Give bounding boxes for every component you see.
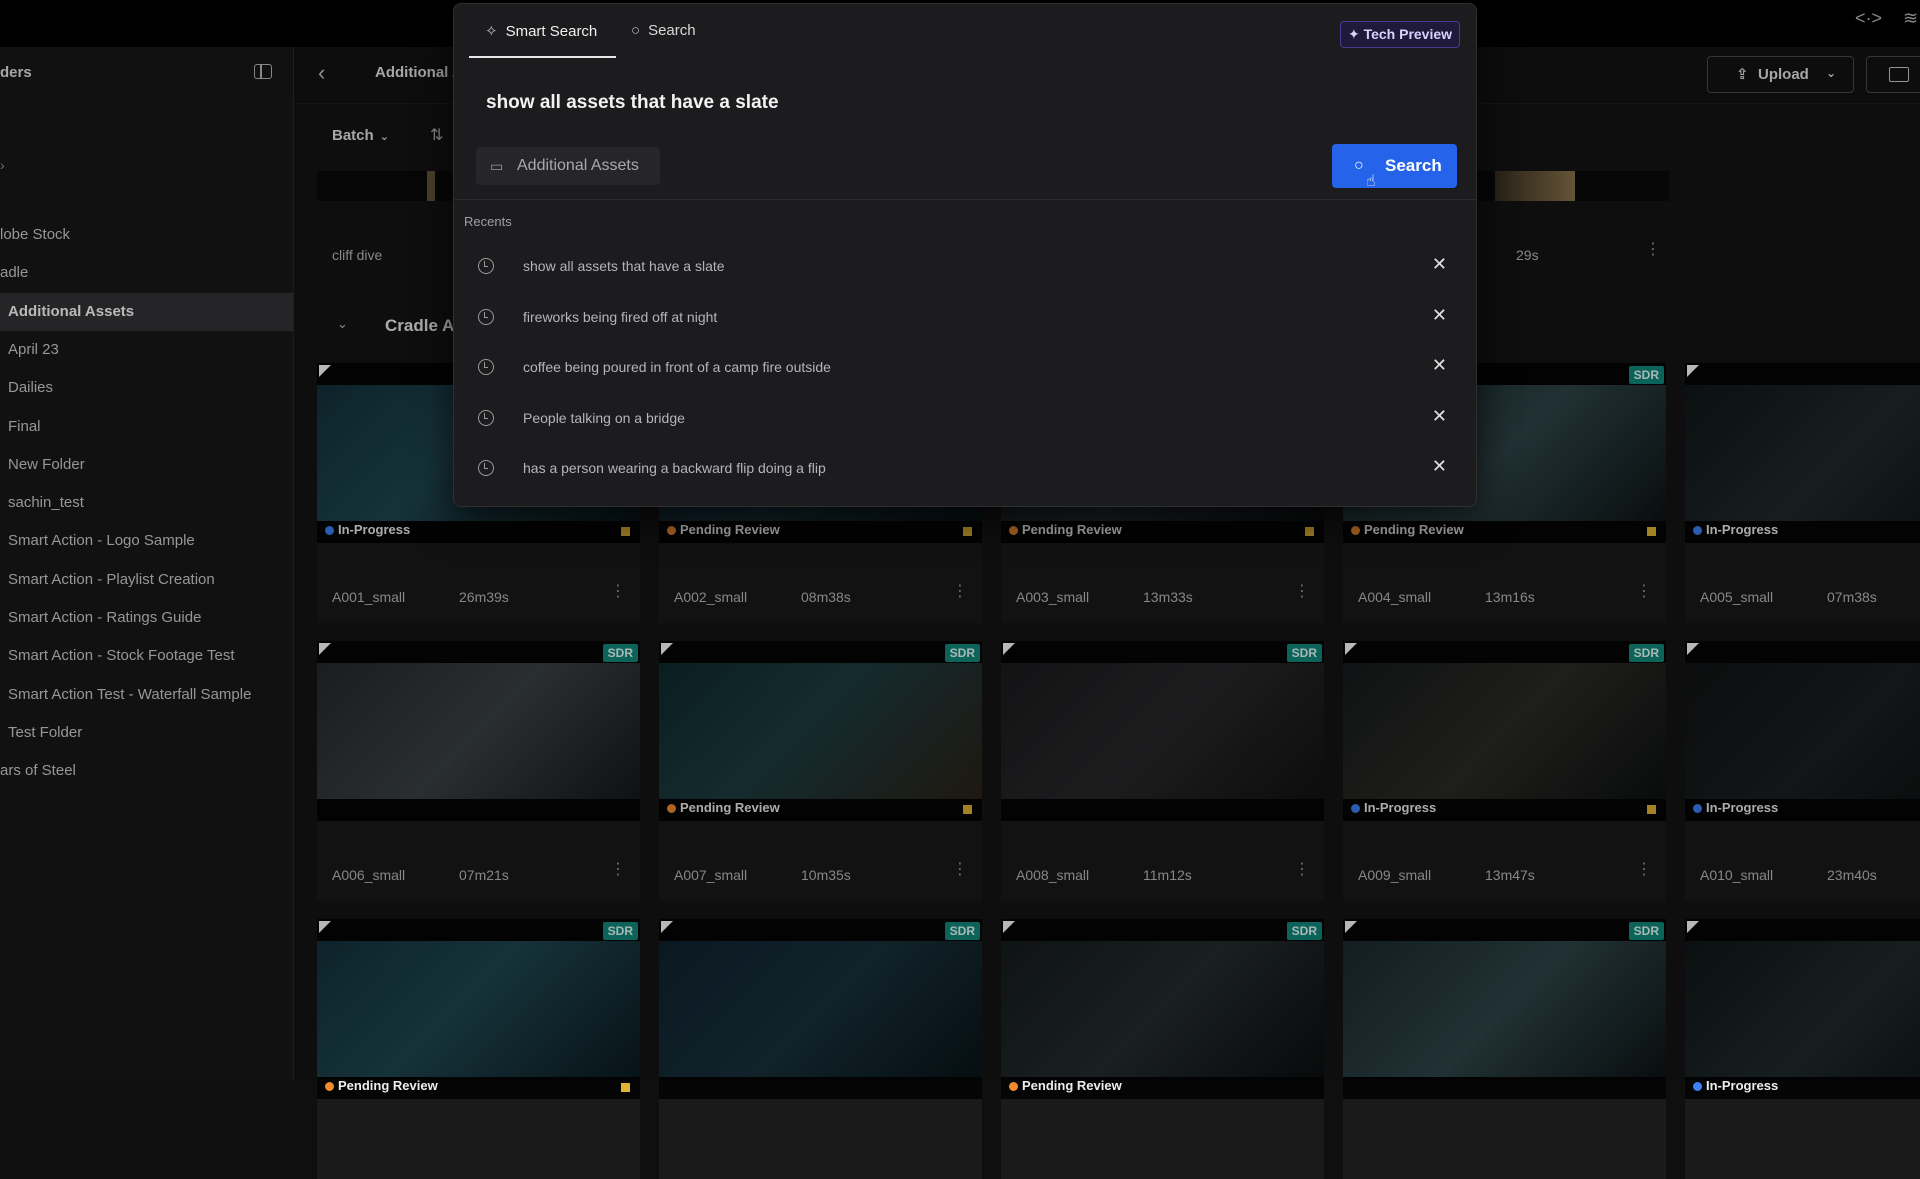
search-scope-chip[interactable]: ▭ Additional Assets <box>476 147 660 185</box>
recent-search-text: show all assets that have a slate <box>523 258 725 274</box>
recent-search-item[interactable]: People talking on a bridge ✕ <box>474 400 1456 440</box>
status-label: In-Progress <box>1706 1078 1779 1093</box>
search-icon: ○ <box>1354 157 1364 174</box>
status-dot-icon <box>325 1082 334 1091</box>
recent-search-text: has a person wearing a backward flip doi… <box>523 460 826 476</box>
divider <box>454 199 1476 200</box>
tech-preview-badge: ✦ Tech Preview <box>1340 21 1460 48</box>
recent-search-text: coffee being poured in front of a camp f… <box>523 359 831 375</box>
remove-recent-icon[interactable]: ✕ <box>1432 305 1447 326</box>
recent-search-text: People talking on a bridge <box>523 409 685 426</box>
remove-recent-icon[interactable]: ✕ <box>1432 254 1447 275</box>
recent-search-item[interactable]: has a person wearing a backward flip doi… <box>474 450 1456 490</box>
recent-search-item[interactable]: show all assets that have a slate ✕ <box>474 248 1456 288</box>
history-clock-icon <box>478 308 494 325</box>
search-button-label: Search <box>1385 156 1442 175</box>
sparkle-icon: ✦ <box>1347 26 1360 42</box>
history-clock-icon <box>478 409 494 426</box>
recent-search-item[interactable]: coffee being poured in front of a camp f… <box>474 349 1456 389</box>
status-dot-icon <box>1693 1082 1702 1091</box>
recent-search-text: fireworks being fired off at night <box>523 308 718 325</box>
folder-icon: ▭ <box>490 158 504 174</box>
remove-recent-icon[interactable]: ✕ <box>1432 406 1447 427</box>
active-tab-indicator <box>469 56 616 58</box>
history-clock-icon <box>478 258 494 274</box>
remove-recent-icon[interactable]: ✕ <box>1432 355 1447 376</box>
tab-smart-search[interactable]: ✧ Smart Search <box>485 22 597 40</box>
status-label: Pending Review <box>338 1078 438 1093</box>
remove-recent-icon[interactable]: ✕ <box>1432 456 1447 477</box>
status-badge[interactable]: Pending Review <box>325 1078 438 1093</box>
history-clock-icon <box>478 460 494 476</box>
status-badge[interactable]: In-Progress <box>1693 1078 1778 1093</box>
sparkle-icon: ✧ <box>485 23 498 40</box>
tech-preview-label: Tech Preview <box>1363 26 1453 42</box>
status-badge[interactable]: Pending Review <box>1009 1078 1122 1093</box>
history-clock-icon <box>478 359 494 375</box>
flag-icon <box>621 1083 630 1092</box>
smart-search-modal: ✧ Smart Search ○ Search ✦ Tech Preview sho… <box>453 3 1477 507</box>
tab-smart-label: Smart Search <box>505 23 598 40</box>
mouse-cursor-icon: ☝ <box>1366 173 1376 190</box>
search-button[interactable]: ○ Search ☝ <box>1332 144 1457 190</box>
search-query-input[interactable]: show all assets that have a slate <box>486 92 779 114</box>
status-dot-icon <box>1009 1082 1018 1091</box>
status-label: Pending Review <box>1022 1078 1122 1093</box>
tab-search-label: Search <box>648 22 696 39</box>
recent-search-item[interactable]: fireworks being fired off at night ✕ <box>474 299 1456 339</box>
search-icon: ○ <box>631 22 641 39</box>
scope-label: Additional Assets <box>517 157 639 174</box>
tab-search[interactable]: ○ Search <box>631 22 696 39</box>
recents-label: Recents <box>464 214 512 229</box>
